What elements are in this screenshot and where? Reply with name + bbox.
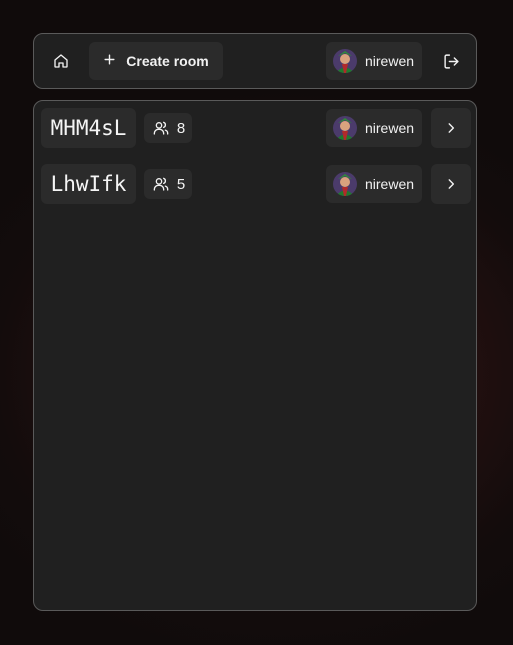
open-room-button[interactable] (431, 164, 471, 204)
avatar-icon (333, 49, 357, 73)
player-count: 8 (144, 113, 192, 143)
room-owner-chip[interactable]: nirewen (326, 109, 422, 147)
room-owner-name: nirewen (365, 176, 415, 192)
users-icon (153, 120, 169, 136)
room-row: LhwIfk 5 nirewen (34, 164, 476, 204)
plus-icon (103, 53, 116, 69)
player-count-value: 8 (176, 119, 186, 137)
current-user-chip[interactable]: nirewen (326, 42, 422, 80)
create-room-button[interactable]: Create room (89, 42, 223, 80)
create-room-label: Create room (126, 53, 209, 69)
current-user-name: nirewen (365, 53, 415, 69)
room-owner-name: nirewen (365, 120, 415, 136)
room-owner-chip[interactable]: nirewen (326, 165, 422, 203)
chevron-right-icon (444, 177, 458, 191)
player-count-value: 5 (176, 175, 186, 193)
users-icon (153, 176, 169, 192)
top-bar: Create room nirewen (33, 33, 477, 89)
room-list: MHM4sL 8 nirewen LhwIfk 5 nirewen (33, 100, 477, 611)
home-icon (53, 53, 69, 69)
room-code[interactable]: MHM4sL (41, 108, 136, 148)
chevron-right-icon (444, 121, 458, 135)
home-button[interactable] (44, 42, 78, 80)
logout-icon (443, 53, 460, 70)
avatar-icon (333, 172, 357, 196)
open-room-button[interactable] (431, 108, 471, 148)
avatar-icon (333, 116, 357, 140)
room-row: MHM4sL 8 nirewen (34, 108, 476, 148)
logout-button[interactable] (432, 42, 470, 80)
room-code[interactable]: LhwIfk (41, 164, 136, 204)
player-count: 5 (144, 169, 192, 199)
